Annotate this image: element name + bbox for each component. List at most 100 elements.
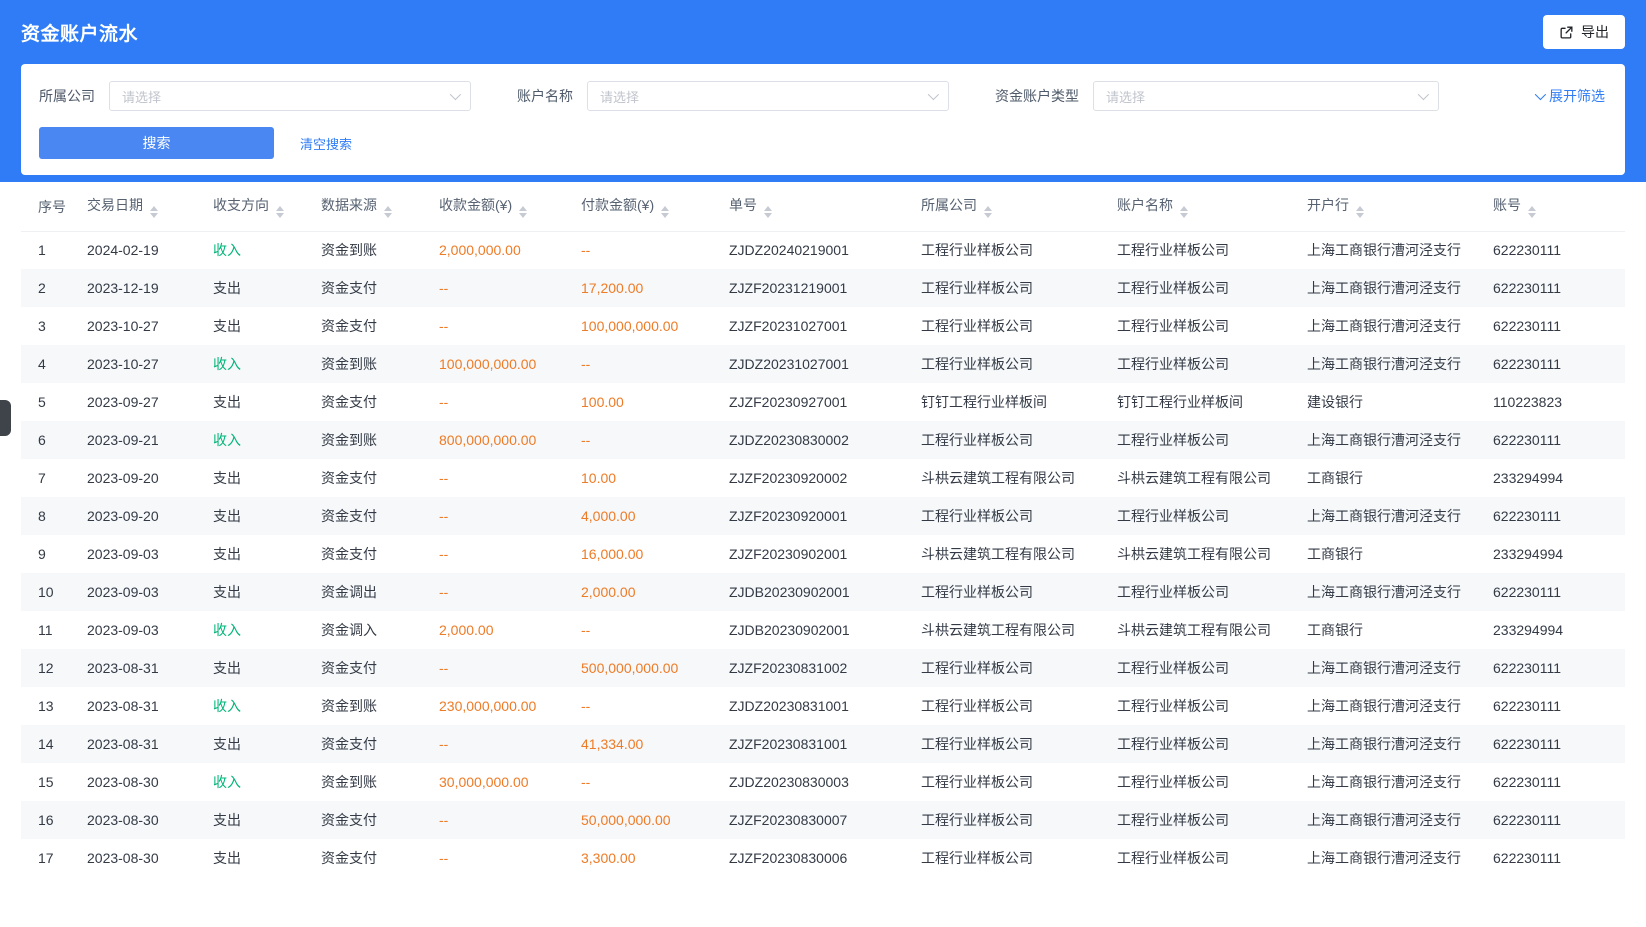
sort-carets-icon: [984, 206, 992, 218]
table-row: 62023-09-21收入资金到账800,000,000.00--ZJDZ202…: [21, 421, 1625, 459]
search-button[interactable]: 搜索: [39, 127, 274, 159]
column-header-order_no[interactable]: 单号: [721, 183, 913, 231]
cell-company: 工程行业样板公司: [913, 345, 1109, 383]
page-title: 资金账户流水: [21, 19, 138, 46]
table-row: 102023-09-03支出资金调出--2,000.00ZJDB20230902…: [21, 573, 1625, 611]
table-row: 72023-09-20支出资金支付--10.00ZJZF20230920002斗…: [21, 459, 1625, 497]
cell-income-amount: 230,000,000.00: [431, 687, 573, 725]
cell-expense-amount: --: [573, 687, 721, 725]
fund-account-type-select[interactable]: 请选择: [1093, 81, 1439, 111]
filter-actions-row: 搜索 清空搜索: [39, 127, 1605, 159]
expand-filter-link[interactable]: 展开筛选: [1535, 86, 1605, 106]
cell-income-amount: --: [431, 459, 573, 497]
side-drawer-handle[interactable]: [0, 400, 11, 436]
flow-table-container: 序号交易日期收支方向数据来源收款金额(¥)付款金额(¥)单号所属公司账户名称开户…: [21, 183, 1625, 877]
cell-income-amount: --: [431, 801, 573, 839]
cell-account-name: 工程行业样板公司: [1109, 687, 1299, 725]
cell-company: 工程行业样板公司: [913, 573, 1109, 611]
cell-date: 2023-08-31: [79, 725, 205, 763]
cell-income-amount: --: [431, 269, 573, 307]
filter-panel: 所属公司 请选择 账户名称 请选择 资金账户类型 请选择: [21, 64, 1625, 175]
cell-account-name: 工程行业样板公司: [1109, 345, 1299, 383]
cell-account-no: 233294994: [1485, 611, 1625, 649]
cell-income-amount: 100,000,000.00: [431, 345, 573, 383]
sort-carets-icon: [1356, 206, 1364, 218]
cell-company: 工程行业样板公司: [913, 307, 1109, 345]
column-header-company[interactable]: 所属公司: [913, 183, 1109, 231]
cell-company: 工程行业样板公司: [913, 649, 1109, 687]
cell-bank: 上海工商银行漕河泾支行: [1299, 763, 1485, 801]
cell-account-name: 斗栱云建筑工程有限公司: [1109, 459, 1299, 497]
cell-order-no: ZJDB20230902001: [721, 573, 913, 611]
cell-no: 12: [21, 649, 79, 687]
column-label: 单号: [729, 197, 757, 213]
cell-order-no: ZJZF20230927001: [721, 383, 913, 421]
cell-account-name: 工程行业样板公司: [1109, 421, 1299, 459]
column-header-bank[interactable]: 开户行: [1299, 183, 1485, 231]
column-header-expense[interactable]: 付款金额(¥): [573, 183, 721, 231]
cell-date: 2023-10-27: [79, 307, 205, 345]
cell-date: 2023-08-30: [79, 801, 205, 839]
cell-company: 工程行业样板公司: [913, 269, 1109, 307]
cell-direction: 支出: [205, 269, 313, 307]
cell-bank: 上海工商银行漕河泾支行: [1299, 801, 1485, 839]
cell-account-no: 622230111: [1485, 269, 1625, 307]
column-header-account_name[interactable]: 账户名称: [1109, 183, 1299, 231]
cell-income-amount: 800,000,000.00: [431, 421, 573, 459]
clear-search-link[interactable]: 清空搜索: [300, 134, 352, 153]
cell-date: 2023-09-03: [79, 611, 205, 649]
cell-direction: 收入: [205, 231, 313, 269]
column-header-income[interactable]: 收款金额(¥): [431, 183, 573, 231]
cell-order-no: ZJZF20230831002: [721, 649, 913, 687]
cell-no: 8: [21, 497, 79, 535]
column-header-date[interactable]: 交易日期: [79, 183, 205, 231]
company-select[interactable]: 请选择: [109, 81, 471, 111]
table-row: 92023-09-03支出资金支付--16,000.00ZJZF20230902…: [21, 535, 1625, 573]
cell-source: 资金支付: [313, 459, 431, 497]
column-header-direction[interactable]: 收支方向: [205, 183, 313, 231]
cell-expense-amount: --: [573, 421, 721, 459]
cell-no: 17: [21, 839, 79, 877]
cell-expense-amount: --: [573, 231, 721, 269]
cell-account-no: 622230111: [1485, 687, 1625, 725]
cell-income-amount: --: [431, 535, 573, 573]
column-header-account_no[interactable]: 账号: [1485, 183, 1625, 231]
filter-group-fund-account-type: 资金账户类型 请选择: [995, 81, 1439, 111]
cell-company: 工程行业样板公司: [913, 801, 1109, 839]
cell-income-amount: --: [431, 497, 573, 535]
cell-order-no: ZJZF20230831001: [721, 725, 913, 763]
cell-source: 资金支付: [313, 497, 431, 535]
cell-expense-amount: 50,000,000.00: [573, 801, 721, 839]
cell-date: 2023-10-27: [79, 345, 205, 383]
cell-source: 资金支付: [313, 383, 431, 421]
table-row: 162023-08-30支出资金支付--50,000,000.00ZJZF202…: [21, 801, 1625, 839]
cell-bank: 上海工商银行漕河泾支行: [1299, 345, 1485, 383]
column-label: 数据来源: [321, 197, 377, 213]
cell-bank: 上海工商银行漕河泾支行: [1299, 687, 1485, 725]
filter-fields-row: 所属公司 请选择 账户名称 请选择 资金账户类型 请选择: [39, 81, 1605, 111]
cell-no: 10: [21, 573, 79, 611]
cell-income-amount: 2,000.00: [431, 611, 573, 649]
export-button[interactable]: 导出: [1543, 15, 1625, 49]
column-header-source[interactable]: 数据来源: [313, 183, 431, 231]
table-row: 122023-08-31支出资金支付--500,000,000.00ZJZF20…: [21, 649, 1625, 687]
cell-no: 3: [21, 307, 79, 345]
cell-direction: 收入: [205, 611, 313, 649]
cell-company: 工程行业样板公司: [913, 725, 1109, 763]
cell-income-amount: 30,000,000.00: [431, 763, 573, 801]
cell-account-no: 622230111: [1485, 307, 1625, 345]
fund-account-flow-page: 资金账户流水 导出 所属公司 请选择 账户名称: [0, 0, 1646, 927]
cell-date: 2023-09-03: [79, 535, 205, 573]
cell-account-no: 622230111: [1485, 345, 1625, 383]
account-name-select[interactable]: 请选择: [587, 81, 949, 111]
cell-account-no: 622230111: [1485, 649, 1625, 687]
expand-filter-label: 展开筛选: [1549, 86, 1605, 106]
cell-company: 工程行业样板公司: [913, 687, 1109, 725]
cell-income-amount: --: [431, 839, 573, 877]
cell-source: 资金到账: [313, 687, 431, 725]
cell-bank: 上海工商银行漕河泾支行: [1299, 231, 1485, 269]
sort-carets-icon: [661, 206, 669, 218]
table-row: 42023-10-27收入资金到账100,000,000.00--ZJDZ202…: [21, 345, 1625, 383]
cell-no: 16: [21, 801, 79, 839]
cell-income-amount: --: [431, 725, 573, 763]
